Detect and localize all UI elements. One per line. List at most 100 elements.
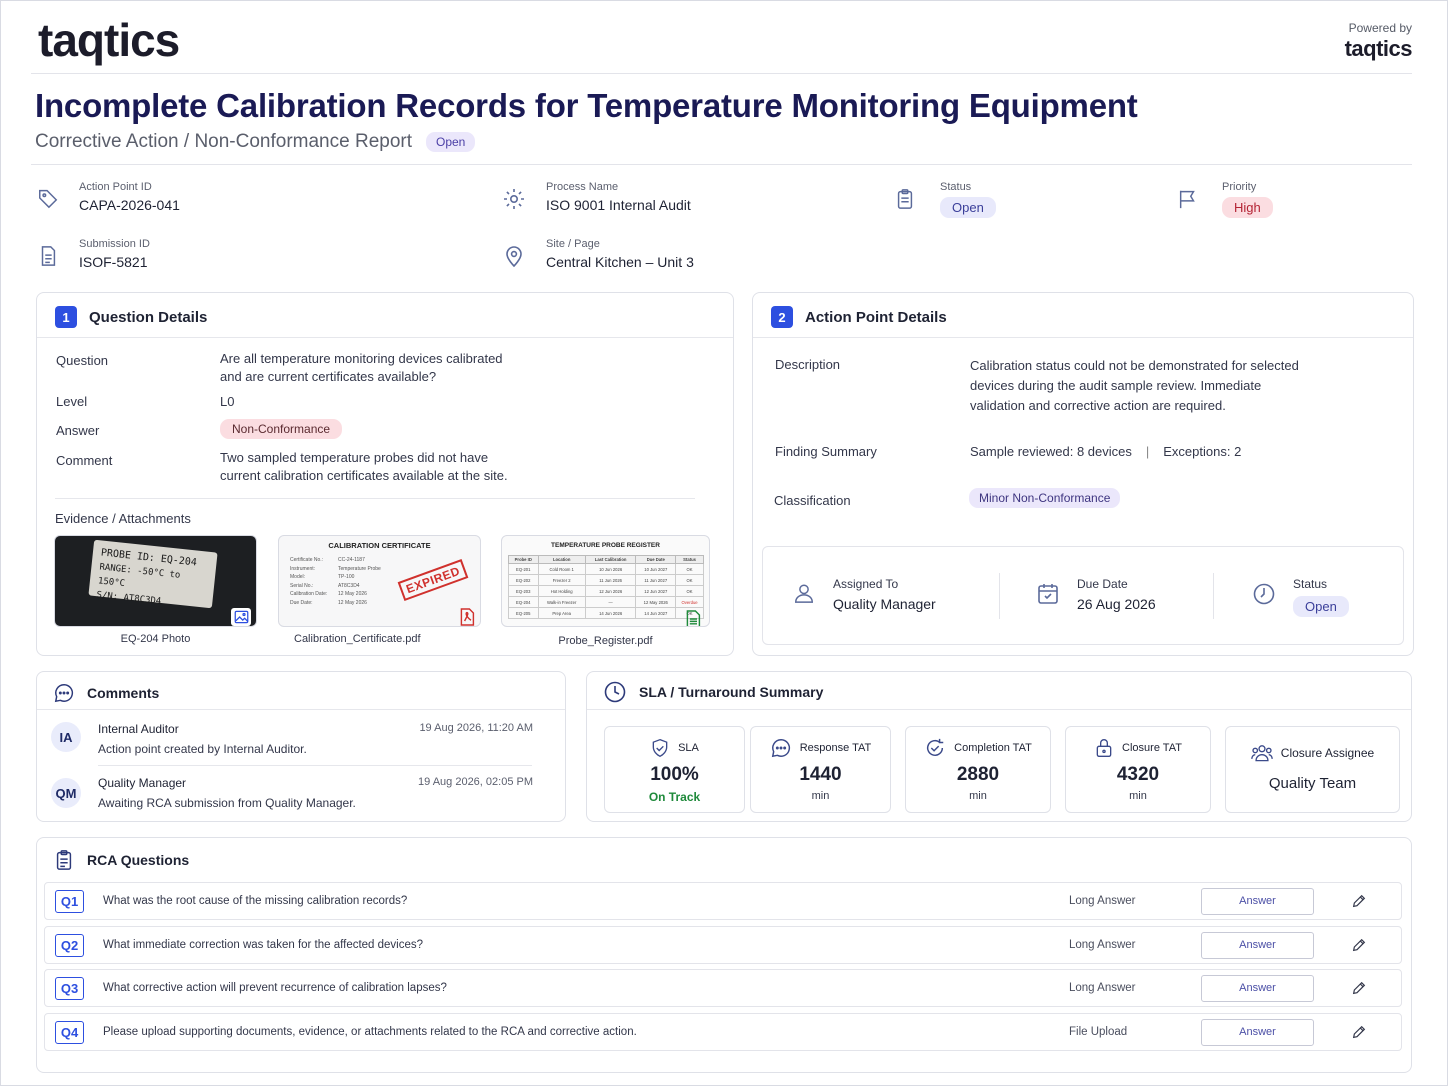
certificate-title: CALIBRATION CERTIFICATE (328, 541, 431, 550)
divider (753, 337, 1413, 338)
due-value: 26 Aug 2026 (1077, 596, 1156, 612)
register-cell: 14 Jun 2027 (635, 607, 677, 619)
register-cell: Hot Holding (537, 585, 586, 597)
taqtics-logo: taqtics (38, 14, 180, 66)
question-type: Long Answer (1069, 982, 1136, 994)
image-icon (231, 608, 251, 626)
answer-value: Non-Conformance (220, 419, 343, 439)
divider (31, 73, 1412, 74)
comment-author: Quality Manager (98, 776, 187, 790)
sla-box-value: 1440 (799, 764, 842, 785)
document-icon (41, 246, 56, 266)
answer-button[interactable]: Answer (1201, 931, 1314, 959)
sla-box-sub: On Track (648, 790, 701, 804)
divider (999, 573, 1000, 619)
answer-button[interactable]: Answer (1201, 1018, 1314, 1046)
team-icon (1250, 745, 1273, 762)
exceptions-count: Exceptions: 2 (1163, 444, 1242, 459)
comments-card: Comments IA Internal Auditor 19 Aug 2026… (36, 671, 566, 822)
section-number: 2 (771, 306, 793, 328)
question-badge: Q4 (55, 1020, 84, 1044)
comment-icon (54, 684, 74, 703)
register-cell: EQ-201 (508, 563, 539, 575)
rca-question-row: Q1 What was the root cause of the missin… (44, 882, 1402, 920)
register-cell: 12 Jun 2026 (584, 585, 637, 597)
register-cell: 10 Jun 2027 (635, 563, 677, 575)
level-value: L0 (220, 394, 235, 409)
meta-label: Action Point ID (79, 181, 152, 193)
register-row: EQ-202 Freezer 2 11 Jun 2026 11 Jun 2027 OK (508, 574, 704, 586)
sla-box: Completion TAT 2880 min (905, 726, 1051, 813)
divider (587, 709, 1411, 710)
register-header-cell: Status (675, 555, 704, 564)
certificate-field-value: AT8C3D4 (338, 582, 360, 589)
comment-time: 19 Aug 2026, 02:05 PM (418, 776, 533, 788)
comment-author: Internal Auditor (98, 722, 179, 736)
card-header: 2 Action Point Details (771, 306, 947, 328)
card-title: Comments (87, 685, 160, 701)
flag-icon (1179, 190, 1195, 209)
sla-card: SLA / Turnaround Summary SLA 100% On Tra… (586, 671, 1412, 822)
question-text: What immediate correction was taken for … (103, 939, 424, 951)
edit-pencil-icon[interactable] (1351, 893, 1367, 909)
sla-box-header: Closure Assignee (1226, 743, 1399, 763)
register-cell: EQ-203 (508, 585, 539, 597)
edit-pencil-icon[interactable] (1351, 937, 1367, 953)
level-label: Level (56, 394, 88, 409)
certificate-field: Calibration Date: 12 May 2026 (290, 590, 381, 599)
certificate-field-value: 12 May 2026 (338, 591, 367, 597)
question-badge: Q1 (55, 889, 84, 913)
sla-box-header: SLA (605, 737, 744, 759)
register-cell: 10 Jun 2026 (584, 563, 637, 575)
register-cell: Cold Room 1 (537, 563, 586, 575)
lock-icon (1096, 739, 1112, 757)
certificate-field: Instrument: Temperature Probe (290, 565, 381, 574)
sla-box-sub: min (1129, 790, 1147, 802)
powered-by-label: Powered by (1348, 21, 1412, 35)
certificate-field: Certificate No.: CC-24-1187 (290, 556, 381, 565)
comment-text: Two sampled temperature probes did not h… (220, 449, 508, 485)
register-row: EQ-201 Cold Room 1 10 Jun 2026 10 Jun 2027 O… (508, 563, 704, 575)
register-cell: 14 Jun 2026 (584, 607, 637, 619)
page-subtitle: Corrective Action / Non-Conformance Repo… (35, 131, 476, 153)
probe-label: PROBE ID: EQ-204 RANGE: -50°C to 150°C S… (88, 539, 218, 609)
meta-label: Status (940, 181, 972, 193)
register-cell: 12 Jun 2027 (635, 585, 677, 597)
comment-item: IA Internal Auditor 19 Aug 2026, 11:20 A… (51, 722, 533, 764)
clipboard-icon (56, 850, 72, 870)
register-cell: OK (675, 574, 704, 586)
attachment-thumbnail[interactable]: PROBE ID: EQ-204 RANGE: -50°C to 150°C S… (54, 535, 257, 627)
priority-badge: High (1222, 197, 1273, 218)
card-title: Question Details (89, 308, 208, 326)
section-number: 1 (55, 306, 77, 328)
comment-time: 19 Aug 2026, 11:20 AM (419, 722, 533, 734)
answer-button[interactable]: Answer (1201, 887, 1314, 915)
edit-pencil-icon[interactable] (1351, 1024, 1367, 1040)
question-details-card: 1 Question Details Question Are all temp… (36, 292, 734, 656)
sla-box: Closure Assignee Quality Team (1225, 726, 1400, 813)
sla-box-label: Closure TAT (1122, 742, 1182, 754)
answer-button[interactable]: Answer (1201, 974, 1314, 1002)
calendar-icon (1036, 581, 1060, 610)
clipboard-icon (897, 189, 913, 209)
register-title: TEMPERATURE PROBE REGISTER (551, 542, 660, 549)
attachment-thumbnail[interactable]: TEMPERATURE PROBE REGISTER Probe ID Locat… (501, 535, 710, 627)
meta-submission-id: Submission ID ISOF-5821 (37, 238, 150, 270)
sla-box-value: 4320 (1116, 764, 1160, 785)
attachment-thumbnail[interactable]: CALIBRATION CERTIFICATE Certificate No.:… (278, 535, 481, 627)
certificate-field-value: Temperature Probe (338, 565, 381, 572)
edit-pencil-icon[interactable] (1351, 980, 1367, 996)
evidence-heading: Evidence / Attachments (55, 511, 191, 526)
powered-by-logo: taqtics (1344, 36, 1413, 61)
assigned-value: Quality Manager (833, 596, 936, 612)
classification-label: Classification (774, 493, 851, 508)
description-line: validation and corrective action are req… (970, 398, 1226, 413)
meta-value: ISO 9001 Internal Audit (546, 197, 691, 213)
sla-box-label: Closure Assignee (1280, 746, 1375, 760)
rca-question-row: Q2 What immediate correction was taken f… (44, 926, 1402, 964)
question-text: What was the root cause of the missing c… (103, 895, 408, 907)
certificate-field-label: Calibration Date: (290, 591, 328, 597)
register-cell: Freezer 2 (537, 574, 586, 586)
attachment-caption: Calibration_Certificate.pdf (294, 633, 421, 645)
register-cell: Prep Area (537, 607, 586, 619)
